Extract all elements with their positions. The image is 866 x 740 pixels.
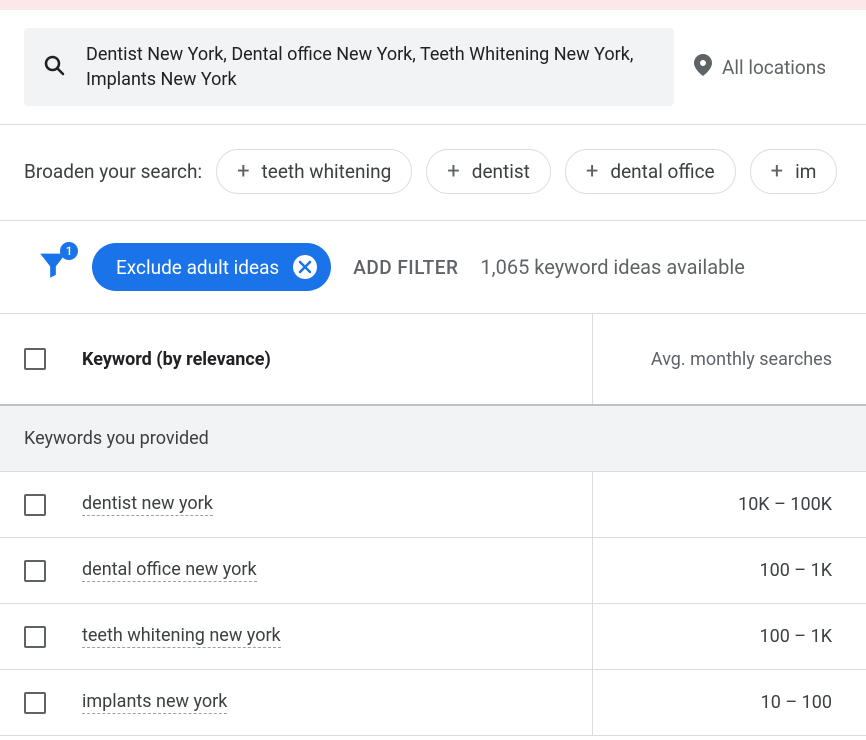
keyword-cell[interactable]: teeth whitening new york	[82, 625, 281, 648]
column-header-keyword[interactable]: Keyword (by relevance)	[82, 349, 592, 370]
table-header-row: Keyword (by relevance) Avg. monthly sear…	[0, 314, 866, 406]
location-pin-icon	[694, 54, 712, 81]
top-accent-bar	[0, 0, 866, 10]
filter-chip-label: Exclude adult ideas	[116, 256, 279, 279]
searches-cell: 10 – 100	[592, 670, 842, 735]
chip-label: im	[795, 160, 816, 183]
add-filter-button[interactable]: ADD FILTER	[353, 256, 458, 279]
broaden-section: Broaden your search: + teeth whitening +…	[0, 125, 866, 221]
filter-funnel[interactable]: 1	[36, 248, 70, 286]
chip-label: dental office	[610, 160, 714, 183]
plus-icon: +	[771, 159, 783, 184]
row-checkbox[interactable]	[24, 692, 46, 714]
location-button[interactable]: All locations	[694, 54, 826, 81]
broaden-chip-1[interactable]: + dentist	[426, 149, 551, 194]
row-checkbox[interactable]	[24, 494, 46, 516]
broaden-chip-0[interactable]: + teeth whitening	[216, 149, 412, 194]
table-row: teeth whitening new york 100 – 1K	[0, 604, 866, 670]
close-icon[interactable]	[293, 255, 317, 279]
filter-bar: 1 Exclude adult ideas ADD FILTER 1,065 k…	[0, 221, 866, 314]
row-checkbox[interactable]	[24, 626, 46, 648]
column-header-searches[interactable]: Avg. monthly searches	[592, 314, 842, 404]
broaden-chip-3[interactable]: + im	[750, 149, 838, 194]
search-box[interactable]: Dentist New York, Dental office New York…	[24, 28, 674, 106]
searches-cell: 100 – 1K	[592, 538, 842, 603]
chip-label: teeth whitening	[262, 160, 392, 183]
select-all-cell	[24, 348, 82, 370]
row-checkbox[interactable]	[24, 560, 46, 582]
location-label: All locations	[722, 56, 826, 79]
table-row: implants new york 10 – 100	[0, 670, 866, 736]
broaden-chip-2[interactable]: + dental office	[565, 149, 736, 194]
active-filter-chip[interactable]: Exclude adult ideas	[92, 243, 331, 291]
table-row: dentist new york 10K – 100K	[0, 472, 866, 538]
search-text: Dentist New York, Dental office New York…	[86, 42, 656, 92]
search-icon	[42, 53, 66, 81]
broaden-label: Broaden your search:	[24, 160, 202, 183]
plus-icon: +	[586, 159, 598, 184]
keyword-cell[interactable]: dental office new york	[82, 559, 257, 582]
searches-cell: 100 – 1K	[592, 604, 842, 669]
table-row: dental office new york 100 – 1K	[0, 538, 866, 604]
search-bar-section: Dentist New York, Dental office New York…	[0, 10, 866, 125]
plus-icon: +	[447, 159, 459, 184]
select-all-checkbox[interactable]	[24, 348, 46, 370]
filter-badge: 1	[60, 242, 78, 260]
chip-label: dentist	[472, 160, 530, 183]
keyword-cell[interactable]: dentist new york	[82, 493, 213, 516]
keyword-cell[interactable]: implants new york	[82, 691, 227, 714]
plus-icon: +	[237, 159, 249, 184]
ideas-count: 1,065 keyword ideas available	[480, 255, 744, 279]
section-header: Keywords you provided	[0, 406, 866, 472]
searches-cell: 10K – 100K	[592, 472, 842, 537]
